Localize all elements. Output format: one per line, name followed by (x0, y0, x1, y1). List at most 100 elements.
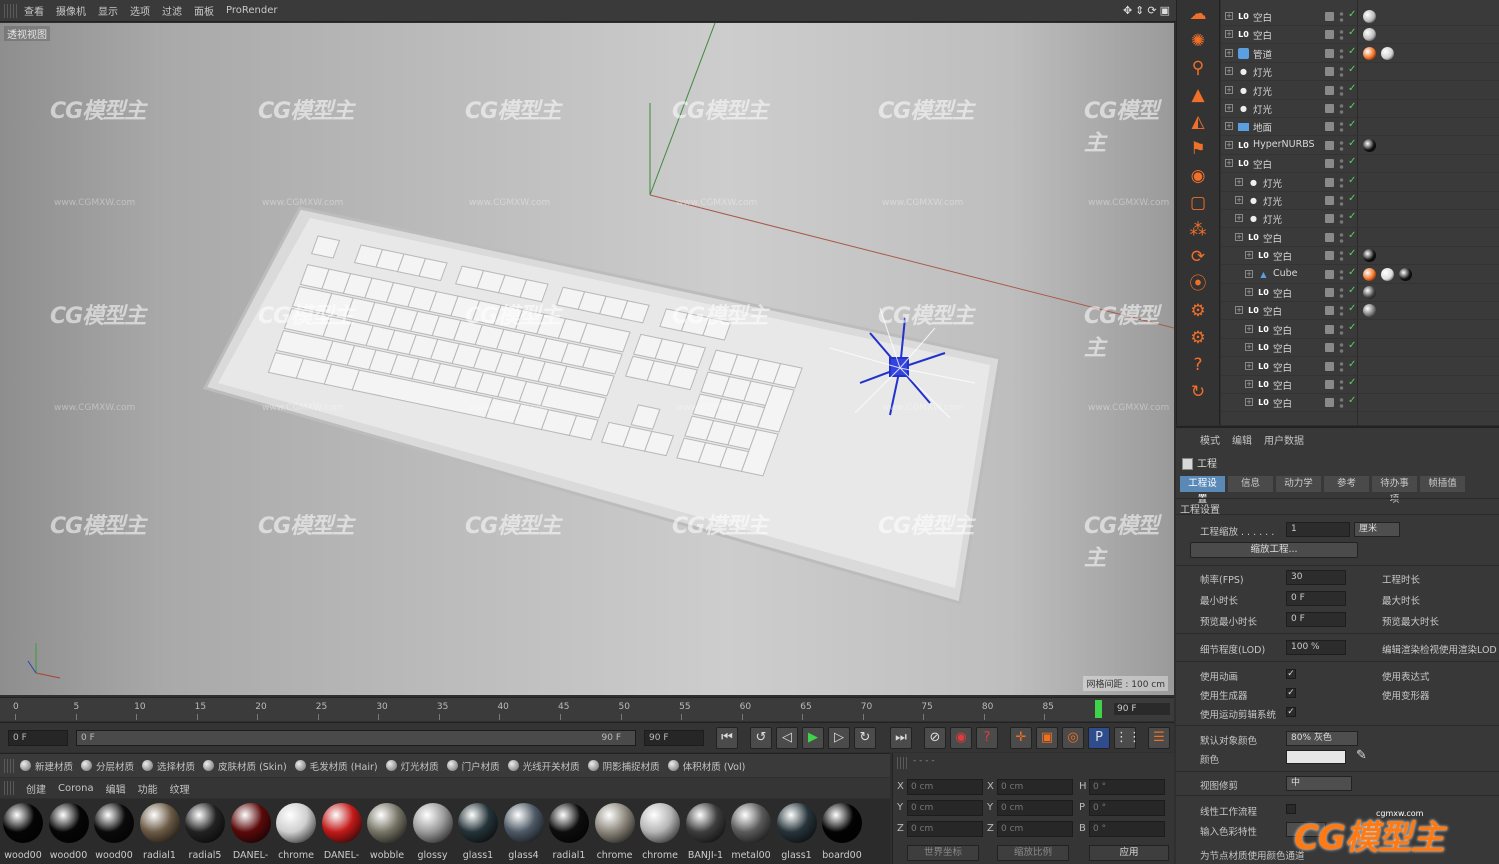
menu-texture[interactable]: 纹理 (170, 781, 190, 796)
layer-icon[interactable] (1325, 159, 1334, 169)
enabled-check-icon[interactable]: ✓ (1348, 285, 1356, 296)
new-material-button[interactable]: 新建材质 (20, 759, 73, 773)
menu-camera[interactable]: 摄像机 (56, 3, 86, 18)
menu-display[interactable]: 显示 (98, 3, 118, 18)
object-row[interactable]: + L0 空白 ✓ (1221, 229, 1499, 247)
record-button[interactable]: ◉ (950, 727, 972, 749)
object-row[interactable]: + L0 空白 ✓ (1221, 284, 1499, 302)
coord-value-field[interactable]: 0 cm (907, 779, 983, 795)
expand-icon[interactable]: + (1225, 12, 1233, 20)
menu-view[interactable]: 查看 (24, 3, 44, 18)
grip-handle[interactable] (4, 3, 18, 18)
visibility-dots-icon[interactable] (1339, 11, 1344, 23)
object-name[interactable]: 空白 (1253, 157, 1272, 171)
expand-icon[interactable]: + (1245, 324, 1253, 333)
expand-icon[interactable]: + (1235, 214, 1243, 223)
record-lock-button[interactable]: ⊘ (924, 727, 946, 749)
coord-value-field[interactable]: 0 ° (1089, 779, 1165, 795)
material-swatch[interactable]: wood00 (47, 803, 91, 861)
expand-icon[interactable]: + (1235, 177, 1243, 186)
next-frame-button[interactable]: ▷ (828, 727, 850, 749)
eyedropper-icon[interactable]: ✎ (1356, 748, 1367, 763)
shadow-catcher-material-button[interactable]: 阴影捕捉材质 (587, 759, 660, 773)
scatter-icon[interactable]: ⁂ (1183, 218, 1213, 242)
object-name[interactable]: 灯光 (1263, 176, 1282, 190)
menu-user-data[interactable]: 用户数据 (1264, 432, 1304, 447)
visibility-dots-icon[interactable] (1339, 360, 1344, 373)
coord-value-field[interactable]: 0 cm (997, 779, 1073, 795)
expand-icon[interactable]: + (1225, 122, 1233, 131)
layer-icon[interactable] (1325, 288, 1334, 297)
scale-project-button[interactable]: 缩放工程... (1190, 542, 1358, 558)
layer-icon[interactable] (1325, 196, 1334, 205)
timeline-menu-button[interactable]: ☰ (1148, 727, 1170, 749)
object-name[interactable]: 空白 (1253, 28, 1272, 42)
object-name[interactable]: 灯光 (1253, 102, 1272, 116)
menu-options[interactable]: 选项 (130, 3, 150, 18)
material-swatch[interactable]: radial1 (547, 803, 591, 861)
menu-edit[interactable]: 编辑 (106, 781, 126, 796)
enabled-check-icon[interactable]: ✓ (1348, 193, 1356, 204)
material-tag-icon[interactable] (1363, 267, 1376, 281)
visibility-dots-icon[interactable] (1339, 268, 1344, 281)
expand-icon[interactable]: + (1235, 306, 1243, 315)
object-row[interactable]: + ● 灯光 ✓ (1221, 100, 1499, 118)
world-coords-dropdown[interactable]: 世界坐标 (907, 845, 979, 861)
tab-project-settings[interactable]: 工程设置 (1180, 476, 1225, 505)
object-name[interactable]: 空白 (1273, 396, 1292, 410)
expand-icon[interactable]: + (1225, 104, 1233, 112)
key-param-button[interactable]: P (1088, 727, 1110, 749)
grip-handle[interactable] (897, 757, 909, 769)
cloud-icon[interactable]: ☁ (1183, 2, 1213, 26)
material-swatch[interactable]: glass1 (456, 803, 500, 861)
tab-interpolation[interactable]: 帧插值 (1420, 476, 1465, 492)
expand-icon[interactable]: + (1245, 251, 1253, 260)
object-row[interactable]: + ● 灯光 ✓ (1221, 63, 1499, 82)
fps-field[interactable]: 30 (1286, 570, 1346, 585)
light-material-button[interactable]: 灯光材质 (385, 759, 439, 773)
material-tag-icon[interactable] (1363, 138, 1376, 152)
enabled-check-icon[interactable]: ✓ (1348, 359, 1356, 370)
object-name[interactable]: 空白 (1273, 249, 1292, 263)
layer-icon[interactable] (1325, 343, 1334, 353)
object-row[interactable]: + ● 灯光 ✓ (1221, 82, 1499, 100)
layer-icon[interactable] (1325, 104, 1334, 113)
key-rotation-button[interactable]: ◎ (1062, 727, 1084, 749)
expand-icon[interactable]: + (1245, 398, 1253, 407)
enabled-check-icon[interactable]: ✓ (1348, 340, 1356, 351)
material-swatch[interactable]: wobble (365, 803, 409, 861)
layer-icon[interactable] (1325, 67, 1334, 77)
enabled-check-icon[interactable]: ✓ (1348, 175, 1356, 186)
spot-light-icon[interactable]: ▲ (1183, 83, 1213, 107)
settings-icon[interactable]: ⚙ (1183, 299, 1213, 323)
visibility-dots-icon[interactable] (1339, 139, 1344, 152)
go-to-end-button[interactable]: ⏭ (890, 727, 912, 749)
layer-icon[interactable] (1325, 214, 1334, 224)
object-row[interactable]: + ● 灯光 ✓ (1221, 210, 1499, 229)
auto-key-button[interactable]: ? (976, 727, 998, 749)
layer-icon[interactable] (1325, 140, 1334, 150)
area-light-icon[interactable]: ◭ (1183, 110, 1213, 134)
key-pla-button[interactable]: ⋮⋮ (1114, 727, 1141, 749)
visibility-dots-icon[interactable] (1339, 231, 1344, 244)
visibility-dots-icon[interactable] (1339, 103, 1344, 115)
min-time-field[interactable]: 0 F (1286, 591, 1346, 606)
object-row[interactable]: + L0 空白 ✓ (1221, 247, 1499, 266)
object-row[interactable]: + L0 空白 ✓ (1221, 26, 1499, 45)
camera-icon[interactable]: ◉ (1183, 164, 1213, 188)
material-tag-icon[interactable] (1363, 10, 1376, 23)
visibility-dots-icon[interactable] (1339, 323, 1344, 336)
volume-material-button[interactable]: 体积材质 (Vol) (667, 759, 745, 773)
material-tag-icon[interactable] (1363, 249, 1376, 263)
material-swatch[interactable]: glossy (411, 803, 455, 861)
material-tag-icon[interactable] (1399, 267, 1412, 281)
use-generator-checkbox[interactable]: ✓ (1286, 688, 1296, 698)
material-swatch[interactable]: metal00 (729, 803, 773, 861)
enabled-check-icon[interactable]: ✓ (1348, 230, 1356, 241)
visibility-dots-icon[interactable] (1339, 379, 1344, 391)
coord-value-field[interactable]: 0 cm (907, 800, 983, 816)
zoom-view-icon[interactable]: ⇕ (1135, 4, 1144, 17)
material-swatch[interactable]: BANJI-1 (684, 803, 728, 861)
enabled-check-icon[interactable]: ✓ (1348, 322, 1356, 333)
material-swatch[interactable]: chrome (638, 803, 682, 861)
